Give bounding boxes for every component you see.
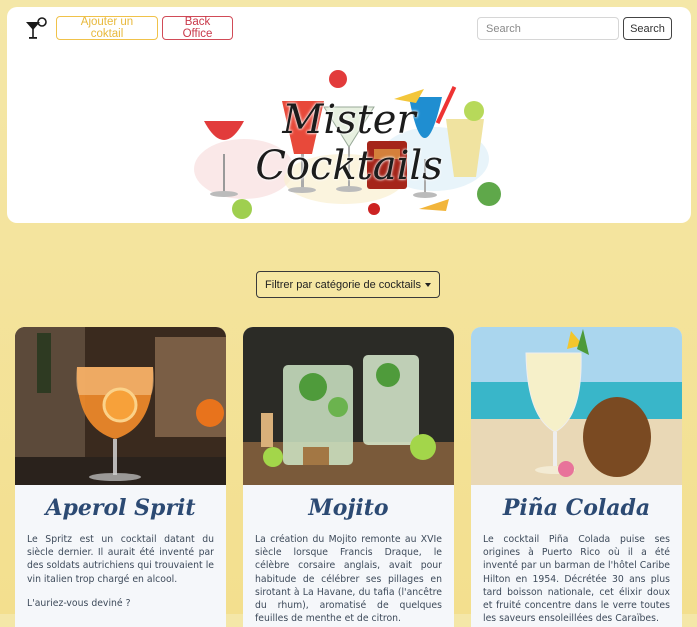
card-description: La création du Mojito remonte au XVIe si… <box>255 533 442 627</box>
caret-down-icon <box>424 282 431 287</box>
back-office-button[interactable]: Back Office <box>162 16 233 40</box>
add-cocktail-button[interactable]: Ajouter un coktail <box>56 16 158 40</box>
card-paragraph: Le Spritz est un cocktail datant du sièc… <box>27 534 214 585</box>
card-description: Le cocktail Piña Colada puise ses origin… <box>483 533 670 627</box>
cocktail-card[interactable]: Piña Colada Le cocktail Piña Colada puis… <box>471 327 682 627</box>
aperol-spritz-image <box>15 327 226 485</box>
brand-banner: Mister Cocktails <box>184 59 514 219</box>
card-title: Piña Colada <box>502 495 651 521</box>
brand-title: Mister Cocktails <box>255 97 443 189</box>
pina-colada-image <box>471 327 682 485</box>
card-paragraph: L'auriez-vous deviné ? <box>27 597 131 609</box>
category-filter-dropdown[interactable]: Filtrer par catégorie de cocktails <box>256 271 440 298</box>
card-paragraph: Le cocktail Piña Colada puise ses origin… <box>483 534 670 625</box>
search-button[interactable]: Search <box>623 17 672 40</box>
cocktail-glass-icon[interactable] <box>24 16 50 42</box>
card-description: Le Spritz est un cocktail datant du sièc… <box>27 533 214 621</box>
card-title: Aperol Sprit <box>45 495 196 521</box>
mojito-image <box>243 327 454 485</box>
header: Ajouter un coktail Back Office Search Se… <box>7 7 691 223</box>
filter-label: Filtrer par catégorie de cocktails <box>265 278 421 291</box>
search-input[interactable] <box>477 17 619 40</box>
cocktail-card[interactable]: Aperol Sprit Le Spritz est un cocktail d… <box>15 327 226 627</box>
card-title: Mojito <box>308 495 389 521</box>
cocktail-card[interactable]: Mojito La création du Mojito remonte au … <box>243 327 454 627</box>
card-paragraph: La création du Mojito remonte au XVIe si… <box>255 534 442 625</box>
